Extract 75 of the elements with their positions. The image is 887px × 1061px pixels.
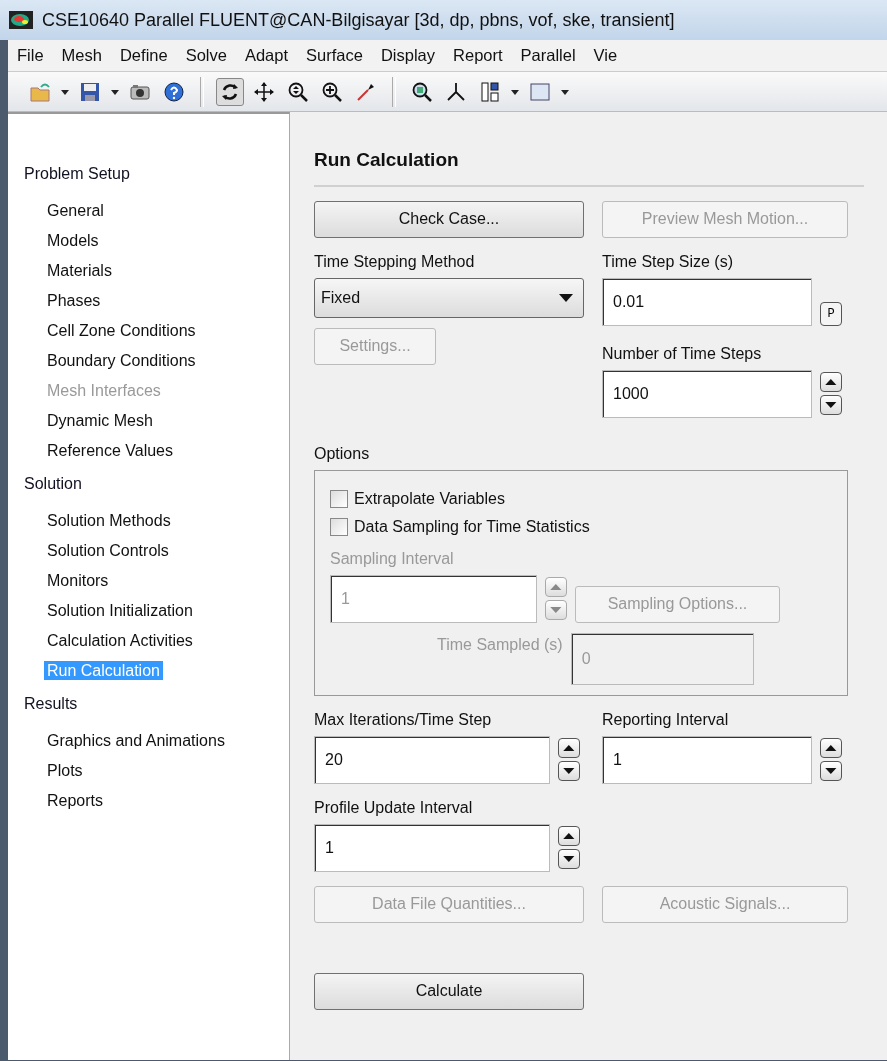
up-triangle-icon <box>562 743 576 753</box>
spin-up-button[interactable] <box>820 738 842 758</box>
down-triangle-icon <box>824 766 838 776</box>
checkbox[interactable] <box>330 489 348 508</box>
panel-title: Run Calculation <box>314 146 864 187</box>
tree-section-label[interactable]: Solution <box>24 472 289 496</box>
tree-item[interactable]: Solution Methods <box>44 511 174 530</box>
menu-item[interactable]: Mesh <box>52 43 111 68</box>
tree-section-label[interactable]: Problem Setup <box>24 162 289 186</box>
field-label: Time Stepping Method <box>314 251 476 272</box>
input-field[interactable]: 1 <box>314 823 550 872</box>
dropdown-arrow-icon <box>559 293 573 302</box>
tree-item[interactable]: Models <box>44 231 102 250</box>
up-triangle-icon <box>824 743 838 753</box>
tree-item[interactable]: Monitors <box>44 571 112 590</box>
down-triangle-icon <box>549 605 563 615</box>
up-triangle-icon <box>562 831 576 841</box>
field-label: Time Sampled (s) <box>437 634 563 655</box>
menu-item[interactable]: Parallel <box>511 43 585 68</box>
parameter-button[interactable]: P <box>820 301 842 326</box>
tree-item[interactable]: Materials <box>44 261 115 280</box>
tree-item[interactable]: Calculation Activities <box>44 631 196 650</box>
app-logo-icon <box>8 10 34 30</box>
tree-item[interactable]: Solution Initialization <box>44 601 196 620</box>
menu-item[interactable]: Define <box>110 43 177 68</box>
menu-item[interactable]: File <box>8 43 53 68</box>
checkbox-label: Extrapolate Variables <box>354 488 505 509</box>
menu-item[interactable]: Report <box>444 43 512 68</box>
input-field[interactable]: 1000 <box>602 369 812 418</box>
checkbox[interactable] <box>330 517 348 536</box>
check-case-button[interactable]: Check Case... <box>314 200 584 238</box>
menu-item[interactable]: Solve <box>176 43 236 68</box>
down-triangle-icon <box>562 854 576 864</box>
rotate-icon[interactable] <box>216 77 244 106</box>
tree-item[interactable]: Graphics and Animations <box>44 731 228 750</box>
spin-down-button[interactable] <box>820 395 842 415</box>
spin-down-button[interactable] <box>558 849 580 869</box>
down-triangle-icon <box>824 400 838 410</box>
tree-item[interactable]: Solution Controls <box>44 541 172 560</box>
input-field[interactable]: 0.01 <box>602 277 812 326</box>
time-stepping-dropdown[interactable]: Fixed <box>314 277 584 318</box>
field-label: Max Iterations/Time Step <box>314 709 493 730</box>
up-triangle-icon <box>549 582 563 592</box>
checkbox-label: Data Sampling for Time Statistics <box>354 516 590 537</box>
tree-item[interactable]: Dynamic Mesh <box>44 411 156 430</box>
tree-item[interactable]: Cell Zone Conditions <box>44 321 199 340</box>
tree-item: Mesh Interfaces <box>46 381 162 400</box>
field-label: Options <box>314 443 371 464</box>
up-triangle-icon <box>824 377 838 387</box>
input-field[interactable]: 20 <box>314 735 550 784</box>
tree-item[interactable]: Phases <box>44 291 104 310</box>
menu-item[interactable]: Surface <box>297 43 372 68</box>
calculate-button[interactable]: Calculate <box>314 972 584 1010</box>
field-label: Number of Time Steps <box>602 343 763 364</box>
field-label: Sampling Interval <box>330 548 455 569</box>
field-label: Time Step Size (s) <box>602 251 734 272</box>
tree-item[interactable]: General <box>44 201 107 220</box>
field-label: Profile Update Interval <box>314 797 474 818</box>
spin-up-button[interactable] <box>558 738 580 758</box>
menu-item[interactable]: Vie <box>584 43 627 68</box>
tree-item[interactable]: Reference Values <box>44 441 176 460</box>
menu-item[interactable]: Adapt <box>235 43 298 68</box>
down-triangle-icon <box>562 766 576 776</box>
input-field[interactable]: 1 <box>602 735 812 784</box>
spin-up-button[interactable] <box>820 372 842 392</box>
tree-item[interactable]: Plots <box>44 761 86 780</box>
tree-section-label[interactable]: Results <box>24 692 289 716</box>
spin-down-button[interactable] <box>558 761 580 781</box>
field-label: Reporting Interval <box>602 709 730 730</box>
spin-down-button[interactable] <box>820 761 842 781</box>
tree-item[interactable]: Boundary Conditions <box>44 351 199 370</box>
menu-item[interactable]: Display <box>371 43 445 68</box>
window-title: CSE10640 Parallel FLUENT@CAN-Bilgisayar [3d, dp, pbns, vof, ske, transient] <box>42 8 675 32</box>
spin-up-button[interactable] <box>558 826 580 846</box>
tree-item[interactable]: Reports <box>44 791 107 810</box>
